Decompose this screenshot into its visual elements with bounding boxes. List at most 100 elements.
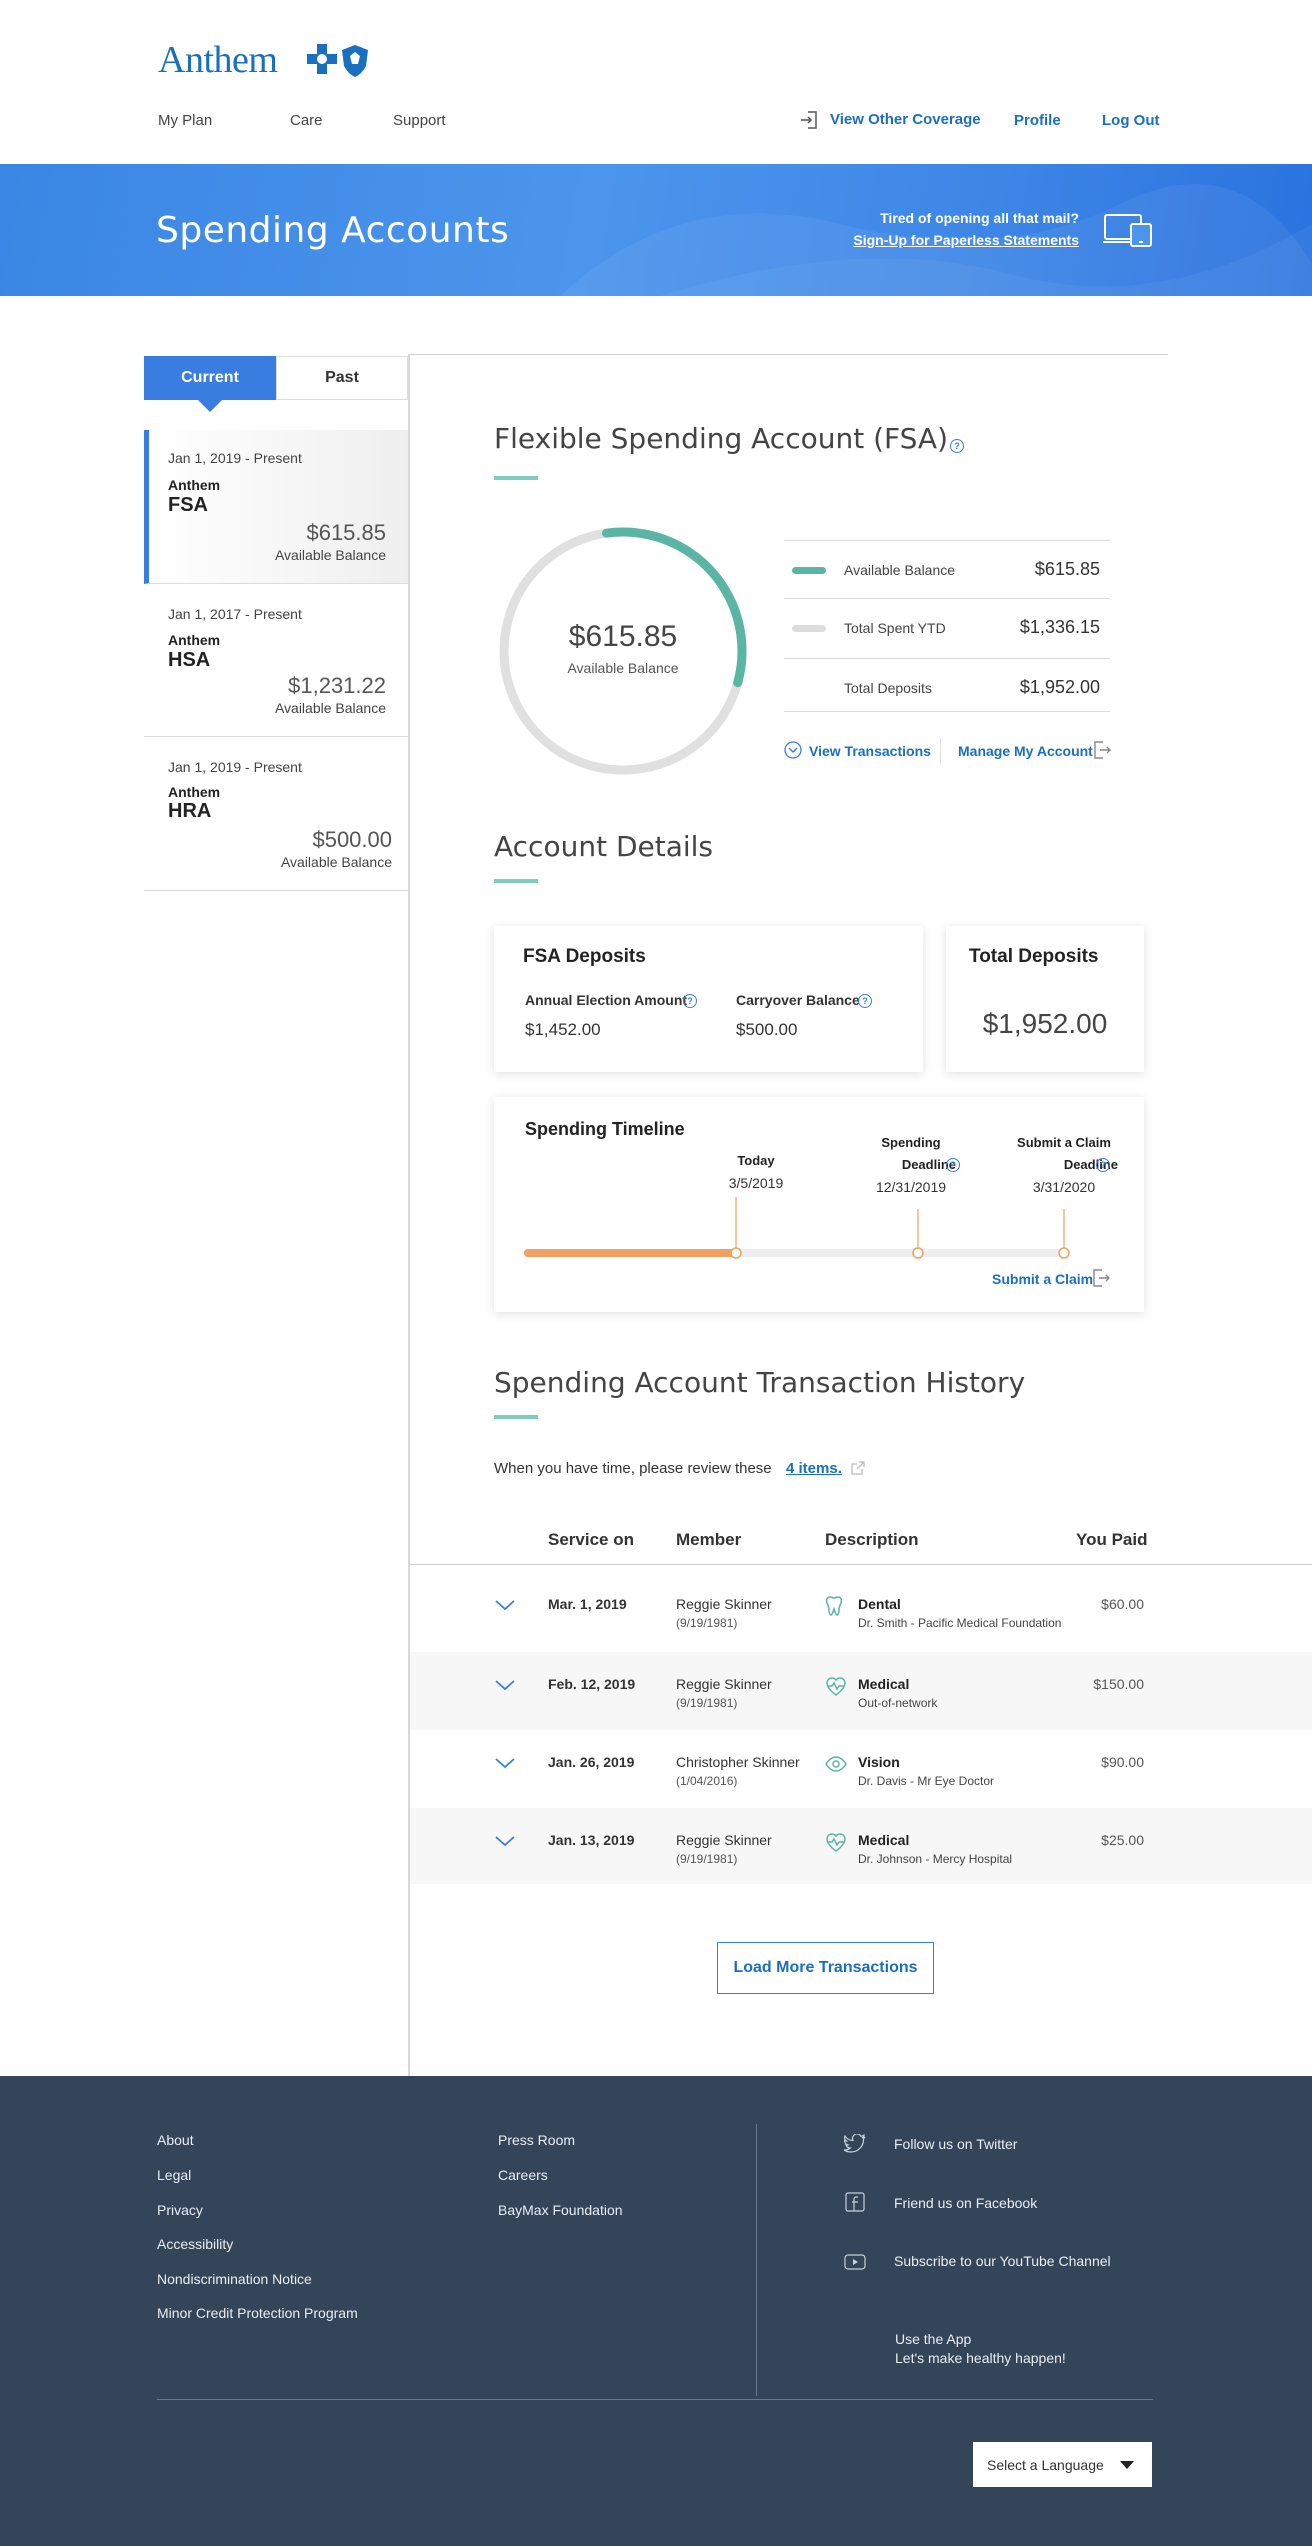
timeline-spending-deadline-marker (912, 1247, 924, 1259)
available-swatch (792, 567, 826, 574)
submit-claim-link[interactable]: Submit a Claim (992, 1271, 1093, 1287)
eye-icon (825, 1756, 847, 1772)
transaction-history-title: Spending Account Transaction History (494, 1366, 1026, 1399)
profile-link[interactable]: Profile (1014, 112, 1061, 129)
external-exit-icon[interactable] (1093, 740, 1111, 760)
spending-deadline-help-icon[interactable]: ? (946, 1158, 960, 1172)
devices-icon (1103, 214, 1152, 247)
table-row[interactable]: Feb. 12, 2019 Reggie Skinner (9/19/1981)… (410, 1652, 1312, 1730)
footer-link-minor-credit[interactable]: Minor Credit Protection Program (157, 2305, 358, 2321)
account-amount: $615.85 (306, 520, 386, 545)
member-dob: (9/19/1981) (676, 1616, 738, 1630)
description-provider: Dr. Johnson - Mercy Hospital (858, 1852, 1013, 1866)
claim-deadline-label-1: Submit a Claim (1017, 1135, 1111, 1150)
footer-link-legal[interactable]: Legal (157, 2167, 191, 2183)
description-provider: Out-of-network (858, 1696, 938, 1710)
account-amount-label: Available Balance (280, 854, 392, 870)
annual-election-value: $1,452.00 (525, 1020, 601, 1039)
member-name: Reggie Skinner (676, 1596, 772, 1612)
follow-twitter-link[interactable]: Follow us on Twitter (894, 2136, 1017, 2152)
column-header-service-on[interactable]: Service on (548, 1530, 634, 1550)
account-amount-label: Available Balance (274, 547, 386, 563)
account-type: HRA (168, 800, 212, 822)
balance-row-label: Total Deposits (844, 680, 932, 696)
service-date: Mar. 1, 2019 (548, 1596, 627, 1612)
donut-amount: $615.85 (568, 620, 678, 653)
footer-link-about[interactable]: About (157, 2132, 194, 2148)
column-header-description[interactable]: Description (825, 1530, 919, 1550)
chevron-down-icon[interactable] (494, 1834, 516, 1848)
load-more-button[interactable]: Load More Transactions (717, 1942, 934, 1994)
table-row[interactable]: Jan. 13, 2019 Reggie Skinner (9/19/1981)… (410, 1808, 1312, 1884)
claim-deadline-help-icon[interactable]: ? (1096, 1158, 1110, 1172)
nav-support[interactable]: Support (393, 112, 446, 129)
balance-row-label: Available Balance (844, 562, 956, 578)
section-accent-bar (494, 476, 538, 480)
account-date: Jan 1, 2017 - Present (168, 606, 302, 622)
tab-current-indicator (198, 400, 222, 412)
footer-link-accessibility[interactable]: Accessibility (157, 2236, 233, 2252)
language-select[interactable]: Select a Language (973, 2442, 1152, 2487)
manage-account-link[interactable]: Manage My Account (958, 743, 1093, 759)
heart-pulse-icon (826, 1677, 846, 1696)
column-header-member[interactable]: Member (676, 1530, 741, 1550)
view-other-coverage-link[interactable]: View Other Coverage (830, 111, 981, 128)
facebook-icon[interactable] (844, 2192, 866, 2212)
amount-paid: $90.00 (1101, 1754, 1144, 1770)
column-header-you-paid[interactable]: You Paid (1076, 1530, 1147, 1550)
balance-row-spent: Total Spent YTD $1,336.15 (784, 598, 1110, 656)
chevron-down-icon[interactable] (494, 1756, 516, 1770)
description-type: Medical (858, 1676, 910, 1692)
view-transactions-link[interactable]: View Transactions (809, 743, 931, 759)
subscribe-youtube-link[interactable]: Subscribe to our YouTube Channel (894, 2253, 1111, 2269)
friend-facebook-link[interactable]: Friend us on Facebook (894, 2195, 1037, 2211)
use-app-label[interactable]: Use the App (895, 2331, 971, 2347)
member-name: Reggie Skinner (676, 1676, 772, 1692)
chevron-circle-down-icon[interactable] (784, 741, 802, 759)
member-dob: (9/19/1981) (676, 1696, 738, 1710)
footer-link-baymax[interactable]: BayMax Foundation (498, 2202, 623, 2218)
review-items-link[interactable]: 4 items. (786, 1460, 842, 1477)
caret-down-icon (1120, 2461, 1134, 2469)
account-card-hra[interactable]: Jan 1, 2019 - Present Anthem HRA $500.00… (144, 737, 408, 891)
footer-link-careers[interactable]: Careers (498, 2167, 548, 2183)
total-deposits-card: Total Deposits $1,952.00 (946, 926, 1144, 1072)
heart-pulse-icon (826, 1833, 846, 1852)
table-row[interactable]: Mar. 1, 2019 Reggie Skinner (9/19/1981) … (410, 1572, 1312, 1650)
amount-paid: $150.00 (1093, 1676, 1144, 1692)
service-date: Jan. 26, 2019 (548, 1754, 635, 1770)
chevron-down-icon[interactable] (494, 1678, 516, 1692)
footer-link-nondiscrimination[interactable]: Nondiscrimination Notice (157, 2271, 312, 2287)
nav-my-plan[interactable]: My Plan (158, 112, 212, 129)
external-link-icon[interactable] (850, 1460, 866, 1476)
nav-care[interactable]: Care (290, 112, 323, 129)
footer-link-privacy[interactable]: Privacy (157, 2202, 203, 2218)
carryover-help-icon[interactable]: ? (858, 994, 872, 1008)
twitter-icon[interactable] (844, 2134, 866, 2154)
paperless-signup-link[interactable]: Sign-Up for Paperless Statements (853, 232, 1079, 248)
chevron-down-icon[interactable] (494, 1598, 516, 1612)
spending-deadline-label-2: Deadline (901, 1157, 956, 1172)
tab-past[interactable]: Past (276, 356, 408, 400)
account-card-hsa[interactable]: Jan 1, 2017 - Present Anthem HSA $1,231.… (144, 584, 408, 737)
blue-cross-logo-icon (307, 44, 337, 74)
account-brand: Anthem (168, 632, 221, 648)
annual-election-help-icon[interactable]: ? (683, 994, 697, 1008)
footer-divider (157, 2399, 1153, 2400)
account-amount: $500.00 (312, 827, 392, 852)
tab-current[interactable]: Current (144, 356, 276, 400)
fsa-help-icon[interactable]: ? (950, 439, 964, 453)
account-brand: Anthem (168, 784, 221, 800)
youtube-icon[interactable] (844, 2252, 866, 2272)
footer-link-press-room[interactable]: Press Room (498, 2132, 575, 2148)
spending-timeline-card: Spending Timeline Today 3/5/2019 Spendin… (494, 1097, 1144, 1312)
account-card-fsa[interactable]: Jan 1, 2019 - Present Anthem FSA $615.85… (144, 430, 408, 584)
member-dob: (1/04/2016) (676, 1774, 738, 1788)
table-row[interactable]: Jan. 26, 2019 Christopher Skinner (1/04/… (410, 1730, 1312, 1808)
member-dob: (9/19/1981) (676, 1852, 738, 1866)
anthem-logo-text[interactable]: Anthem (158, 38, 278, 82)
logout-link[interactable]: Log Out (1102, 112, 1159, 129)
blue-shield-logo-icon (342, 45, 368, 77)
external-exit-icon[interactable] (1092, 1268, 1110, 1288)
balance-row-value: $615.85 (1034, 559, 1100, 579)
